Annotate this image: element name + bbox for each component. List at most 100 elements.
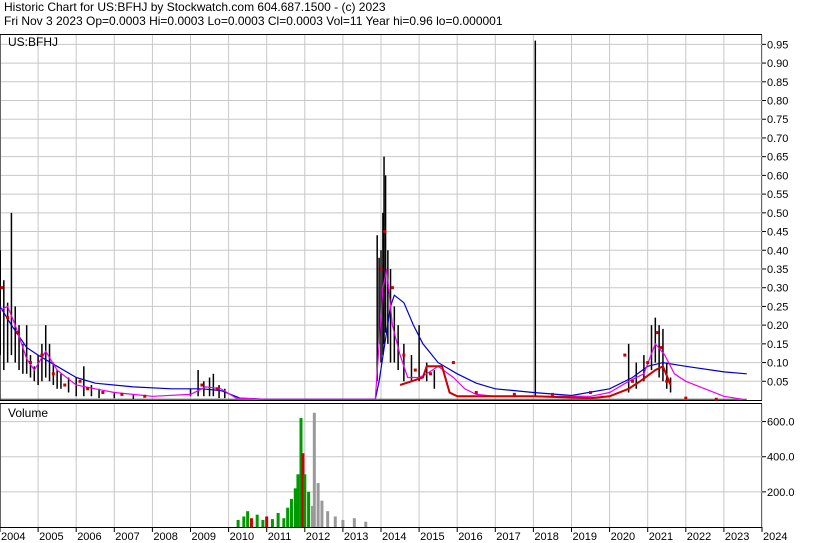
year-tick-label: 2004 (1, 531, 25, 543)
close-dot (474, 391, 478, 395)
price-tick-label: 0.60 (767, 170, 788, 182)
volume-label: Volume (8, 406, 48, 420)
price-tick-label: 0.25 (767, 301, 788, 313)
volume-bar (303, 474, 307, 527)
year-tick-label: 2010 (230, 531, 254, 543)
close-dot (512, 392, 516, 396)
stock-chart: US:BFHJ 0.05 0.10 0.15 0.20 0.25 0.30 0.35 0.40… (0, 34, 795, 543)
volume-tick-label: 200.0 (767, 487, 795, 499)
year-tick-label: 2012 (306, 531, 330, 543)
volume-tick-label: 400.0 (767, 452, 795, 464)
price-tick-label: 0.70 (767, 133, 788, 145)
price-tick-label: 0.75 (767, 114, 788, 126)
close-dot (623, 353, 627, 357)
year-tick-label: 2009 (192, 531, 216, 543)
price-tick-label: 0.40 (767, 245, 788, 257)
year-tick-label: 2022 (687, 531, 711, 543)
close-dot (6, 316, 10, 320)
volume-bar (312, 412, 316, 527)
volume-bar (320, 500, 324, 527)
close-dot (655, 331, 659, 335)
price-tick-label: 0.10 (767, 358, 788, 370)
price-tick-label: 0.55 (767, 189, 788, 201)
x-axis: 2004 2005 2006 2007 2008 2009 2010 2011 2012 2013… (0, 527, 787, 543)
price-tick-label: 0.65 (767, 152, 788, 164)
close-dot (646, 361, 650, 365)
volume-bar (255, 514, 259, 527)
year-tick-label: 2014 (382, 531, 406, 543)
year-tick-label: 2016 (458, 531, 482, 543)
price-tick-label: 0.20 (767, 320, 788, 332)
price-tick-label: 0.05 (767, 376, 788, 388)
volume-bar (286, 507, 290, 527)
volume-bar (261, 519, 265, 527)
price-tick-label: 0.35 (767, 264, 788, 276)
close-dot (413, 368, 417, 372)
close-dot (451, 361, 455, 365)
price-axis: 0.05 0.10 0.15 0.20 0.25 0.30 0.35 0.40 0.45 0.50… (762, 39, 788, 388)
year-tick-label: 2005 (39, 531, 63, 543)
volume-bar (326, 511, 330, 527)
price-tick-label: 0.30 (767, 283, 788, 295)
volume-bar (246, 511, 250, 527)
volume-bar (341, 519, 345, 527)
close-dot (0, 286, 4, 290)
price-tick-label: 0.45 (767, 227, 788, 239)
year-tick-label: 2023 (725, 531, 749, 543)
volume-bar (364, 521, 368, 527)
price-tick-label: 0.90 (767, 58, 788, 70)
volume-bar (289, 498, 293, 527)
price-tick-label: 0.85 (767, 77, 788, 89)
close-dot (15, 331, 19, 335)
year-tick-label: 2018 (534, 531, 558, 543)
close-dot (63, 383, 67, 387)
volume-bar (236, 519, 240, 527)
year-tick-label: 2019 (573, 531, 597, 543)
volume-bar (242, 516, 246, 527)
volume-bar (276, 512, 280, 527)
close-dot (215, 387, 219, 391)
year-tick-label: 2007 (115, 531, 139, 543)
price-tick-label: 0.15 (767, 339, 788, 351)
volume-bar (270, 519, 274, 527)
volume-bar (316, 483, 320, 527)
close-dot (51, 372, 55, 376)
close-dot (200, 383, 204, 387)
volume-bar (296, 474, 300, 527)
volume-bar (265, 516, 269, 527)
close-dot (659, 346, 663, 350)
year-tick-label: 2013 (344, 531, 368, 543)
year-tick-label: 2008 (153, 531, 177, 543)
close-dot (120, 392, 124, 396)
year-tick-label: 2015 (420, 531, 444, 543)
price-tick-label: 0.50 (767, 208, 788, 220)
close-dot (101, 391, 105, 395)
close-dot (143, 394, 147, 398)
year-tick-label: 2024 (763, 531, 787, 543)
volume-axis: 200.0 400.0 600.0 (762, 417, 795, 499)
year-tick-label: 2021 (649, 531, 673, 543)
close-dot (550, 392, 554, 396)
volume-bar (333, 516, 337, 527)
volume-bar (249, 518, 253, 527)
close-dot (390, 286, 394, 290)
volume-grid (0, 404, 763, 527)
symbol-label: US:BFHJ (8, 35, 58, 49)
close-dot (78, 379, 82, 383)
close-dot (28, 361, 32, 365)
year-tick-label: 2011 (268, 531, 292, 543)
price-tick-label: 0.80 (767, 96, 788, 108)
volume-bar (293, 488, 297, 527)
year-tick-label: 2020 (611, 531, 635, 543)
close-dot (665, 379, 669, 383)
close-dot (429, 372, 433, 376)
close-dot (402, 353, 406, 357)
volume-bar (352, 518, 356, 527)
close-dot (684, 396, 688, 400)
year-tick-label: 2017 (496, 531, 520, 543)
volume-tick-label: 600.0 (767, 417, 795, 429)
year-tick-label: 2006 (77, 531, 101, 543)
volume-bar (307, 491, 311, 527)
close-dot (383, 230, 387, 234)
close-dot (40, 353, 44, 357)
